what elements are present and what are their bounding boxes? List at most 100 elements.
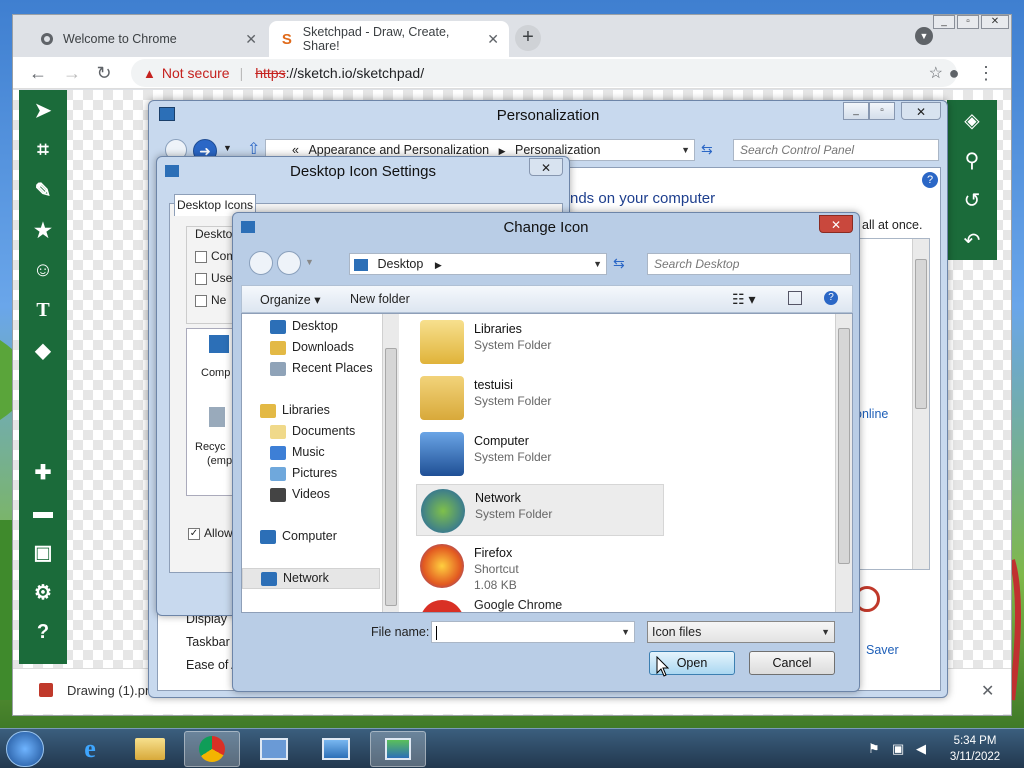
- start-button[interactable]: [6, 731, 44, 767]
- save-icon[interactable]: ▣: [19, 532, 67, 572]
- nav-desktop[interactable]: Desktop: [270, 316, 338, 337]
- nav-computer[interactable]: Computer: [260, 526, 337, 547]
- history-icon[interactable]: ↺: [947, 180, 997, 220]
- nav-pictures[interactable]: Pictures: [270, 463, 337, 484]
- back-button[interactable]: [249, 251, 273, 275]
- search-input[interactable]: Search Control Panel: [733, 139, 939, 161]
- desktop-icon-settings-taskbar-icon[interactable]: [370, 731, 426, 767]
- help-icon[interactable]: ?: [922, 172, 938, 188]
- download-close-button[interactable]: ✕: [981, 681, 994, 701]
- emoji-icon[interactable]: ☺: [19, 250, 67, 290]
- file-item-testuisi[interactable]: testuisi System Folder: [416, 372, 664, 424]
- nav-videos[interactable]: Videos: [270, 484, 330, 505]
- file-item-computer[interactable]: Computer System Folder: [416, 428, 664, 480]
- forward-button[interactable]: [277, 251, 301, 275]
- maximize-button[interactable]: ▫: [869, 102, 895, 120]
- tab-search-icon[interactable]: ▼: [915, 27, 933, 45]
- allow-checkbox[interactable]: ✓: [188, 528, 200, 540]
- crop-icon[interactable]: ⌗: [19, 130, 67, 170]
- breadcrumb-item[interactable]: Appearance and Personalization: [308, 143, 489, 157]
- network-tray-icon[interactable]: ▣: [892, 741, 904, 757]
- nav-scrollbar-thumb[interactable]: [385, 348, 397, 606]
- file-scrollbar[interactable]: [835, 314, 852, 612]
- close-button[interactable]: ✕: [529, 158, 563, 176]
- organize-menu[interactable]: Organize ▾: [260, 292, 320, 307]
- minimize-button[interactable]: _: [843, 102, 869, 120]
- refresh-icon[interactable]: ⇆: [701, 141, 713, 158]
- new-tab-button[interactable]: +: [515, 25, 541, 51]
- chevron-down-icon[interactable]: ▼: [681, 140, 690, 160]
- folder-icon[interactable]: ▬: [19, 492, 67, 532]
- undo-icon[interactable]: ↶: [947, 220, 997, 260]
- file-item-libraries[interactable]: Libraries System Folder: [416, 316, 664, 368]
- nav-music[interactable]: Music: [270, 442, 325, 463]
- file-scrollbar-thumb[interactable]: [838, 328, 850, 564]
- search-input[interactable]: Search Desktop: [647, 253, 851, 275]
- file-type-select[interactable]: Icon files ▼: [647, 621, 835, 643]
- new-folder-button[interactable]: New folder: [350, 292, 410, 306]
- nav-scrollbar[interactable]: [382, 314, 399, 612]
- pointer-icon[interactable]: ➤: [19, 90, 67, 130]
- back-icon[interactable]: ←: [27, 63, 49, 84]
- file-name-input[interactable]: ▼: [431, 621, 635, 643]
- fill-icon[interactable]: ◆: [19, 330, 67, 370]
- forward-icon[interactable]: →: [61, 63, 83, 84]
- address-bar[interactable]: Desktop ▶ ▼: [349, 253, 607, 275]
- file-item-google-chrome[interactable]: Google Chrome: [416, 596, 664, 612]
- recent-pages-icon[interactable]: ▼: [223, 143, 232, 153]
- nav-documents[interactable]: Documents: [270, 421, 355, 442]
- close-button[interactable]: ✕: [901, 102, 941, 120]
- download-filename[interactable]: Drawing (1).pn: [67, 683, 152, 698]
- help-icon[interactable]: ?: [19, 612, 67, 652]
- nav-network[interactable]: Network: [242, 568, 380, 589]
- close-button[interactable]: ✕: [819, 215, 853, 233]
- preview-pane-icon[interactable]: [788, 291, 802, 305]
- screen-saver-label[interactable]: Saver: [866, 643, 899, 657]
- refresh-icon[interactable]: ⇆: [613, 255, 625, 272]
- control-panel-taskbar-icon[interactable]: [246, 731, 302, 767]
- internet-explorer-icon[interactable]: e: [62, 731, 118, 767]
- tab-close-icon[interactable]: ✕: [487, 31, 499, 48]
- chevron-down-icon[interactable]: ▼: [593, 254, 602, 274]
- checkbox[interactable]: [195, 295, 207, 307]
- minimize-button[interactable]: _: [933, 15, 955, 29]
- view-options-icon[interactable]: ☷ ▾: [732, 291, 755, 308]
- personalization-taskbar-icon[interactable]: [308, 731, 364, 767]
- close-window-button[interactable]: ✕: [981, 15, 1009, 29]
- help-icon[interactable]: ?: [824, 291, 838, 305]
- search-icon[interactable]: ⚲: [947, 140, 997, 180]
- tab-welcome[interactable]: Welcome to Chrome ✕: [29, 21, 267, 57]
- checkbox[interactable]: [195, 251, 207, 263]
- scrollbar-thumb[interactable]: [915, 259, 927, 409]
- clock[interactable]: 5:34 PM 3/11/2022: [938, 733, 1012, 765]
- layers-icon[interactable]: ◈: [947, 100, 997, 140]
- reload-icon[interactable]: ↻: [93, 63, 115, 84]
- file-explorer-icon[interactable]: [122, 731, 178, 767]
- link-taskbar[interactable]: Taskbar: [186, 635, 230, 649]
- file-item-network[interactable]: Network System Folder: [416, 484, 664, 536]
- breadcrumb-item[interactable]: Personalization: [515, 143, 600, 157]
- menu-icon[interactable]: ⋮: [975, 63, 997, 84]
- online-link[interactable]: online: [855, 407, 888, 421]
- chevron-down-icon[interactable]: ▼: [621, 622, 630, 642]
- chevron-down-icon[interactable]: ▼: [821, 622, 830, 642]
- nav-recent-places[interactable]: Recent Places: [270, 358, 373, 379]
- maximize-button[interactable]: ▫: [957, 15, 979, 29]
- tab-sketchpad[interactable]: S Sketchpad - Draw, Create, Share! ✕: [269, 21, 509, 57]
- settings-icon[interactable]: ⚙: [19, 572, 67, 612]
- action-center-flag-icon[interactable]: ⚑: [868, 741, 880, 757]
- star-icon[interactable]: ★: [19, 210, 67, 250]
- pencil-icon[interactable]: ✎: [19, 170, 67, 210]
- recent-pages-icon[interactable]: ▼: [305, 257, 314, 267]
- file-item-firefox[interactable]: Firefox Shortcut 1.08 KB: [416, 540, 664, 596]
- nav-downloads[interactable]: Downloads: [270, 337, 354, 358]
- chrome-taskbar-icon[interactable]: [184, 731, 240, 767]
- add-icon[interactable]: ✚: [19, 452, 67, 492]
- tab-close-icon[interactable]: ✕: [245, 31, 257, 48]
- address-bar[interactable]: ▲ Not secure | https ://sketch.io/sketch…: [131, 59, 957, 87]
- profile-icon[interactable]: ●: [943, 63, 965, 84]
- checkbox[interactable]: [195, 273, 207, 285]
- cancel-button[interactable]: Cancel: [749, 651, 835, 675]
- nav-libraries[interactable]: Libraries: [260, 400, 330, 421]
- scrollbar[interactable]: [912, 239, 929, 569]
